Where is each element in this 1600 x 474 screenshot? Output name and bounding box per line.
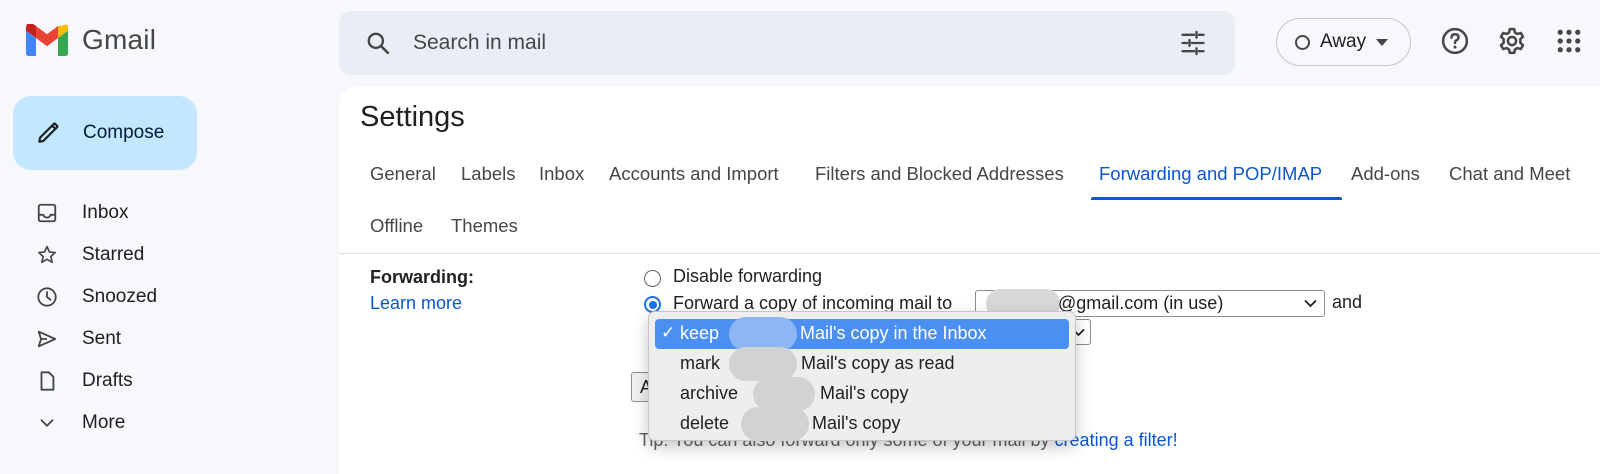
tab-inbox[interactable]: Inbox [539, 163, 584, 185]
tab-labels[interactable]: Labels [461, 163, 516, 185]
gmail-wordmark: Gmail [82, 24, 157, 55]
chevron-down-icon [40, 419, 54, 427]
check-icon: ✓ [661, 323, 676, 342]
gmail-logo[interactable]: Gmail [26, 24, 156, 56]
nav-label: Drafts [82, 370, 133, 391]
dropdown-option-keep[interactable]: ✓ keep Mail's copy in the Inbox [655, 317, 1069, 351]
nav-label: Snoozed [82, 286, 158, 307]
status-dropdown[interactable]: Away [1276, 18, 1411, 66]
redacted-text [741, 407, 809, 441]
gmail-m-icon [26, 24, 68, 56]
option-prefix: keep [680, 323, 720, 343]
status-indicator-icon [1295, 34, 1310, 50]
compose-label: Compose [83, 122, 165, 143]
help-icon[interactable] [1440, 26, 1470, 56]
draft-icon [40, 371, 55, 391]
nav-label: More [82, 412, 126, 433]
and-text: and [1332, 292, 1363, 312]
tab-forwarding-and-pop-imap[interactable]: Forwarding and POP/IMAP [1099, 163, 1322, 185]
nav-label: Inbox [82, 202, 129, 223]
nav-label: Starred [82, 244, 145, 265]
redacted-text [753, 377, 815, 411]
dropdown-option-mark[interactable]: mark Mail's copy as read [655, 347, 1069, 381]
option-suffix: Mail's copy as read [801, 353, 955, 373]
option-prefix: archive [680, 383, 739, 403]
tab-filters-and-blocked-addresses[interactable]: Filters and Blocked Addresses [815, 163, 1064, 185]
chevron-down-icon [1304, 299, 1317, 308]
nav-item-inbox[interactable]: Inbox [0, 192, 330, 234]
tune-icon[interactable] [1179, 29, 1207, 57]
status-label: Away [1320, 31, 1367, 52]
option-suffix: Mail's copy in the Inbox [800, 323, 987, 343]
tab-chat-and-meet[interactable]: Chat and Meet [1449, 163, 1570, 185]
redacted-text [729, 347, 797, 381]
nav-item-snoozed[interactable]: Snoozed [0, 276, 330, 318]
tab-accounts-and-import[interactable]: Accounts and Import [609, 163, 779, 185]
compose-button[interactable]: Compose [13, 96, 197, 170]
option-prefix: delete [680, 413, 730, 433]
disable-forwarding-radio[interactable] [644, 270, 661, 287]
tab-themes[interactable]: Themes [451, 215, 518, 237]
forward-address-value: @gmail.com (in use) [1058, 293, 1224, 313]
nav-item-sent[interactable]: Sent [0, 318, 330, 360]
forward-action-dropdown[interactable]: ✓ keep Mail's copy in the Inbox mark Mai… [648, 311, 1076, 441]
learn-more-link[interactable]: Learn more [370, 293, 462, 314]
forwarding-label: Forwarding: [370, 267, 474, 287]
dropdown-option-delete[interactable]: delete Mail's copy [655, 407, 1069, 441]
nav-item-drafts[interactable]: Drafts [0, 360, 330, 402]
send-icon [37, 330, 57, 348]
dropdown-option-archive[interactable]: archive Mail's copy [655, 377, 1069, 411]
inbox-icon [37, 203, 57, 223]
tabs-divider [339, 253, 1600, 254]
search-icon[interactable] [365, 30, 391, 56]
apps-grid-icon[interactable] [1554, 26, 1584, 56]
star-icon [37, 245, 57, 264]
redacted-text [729, 317, 797, 351]
pencil-icon [38, 122, 59, 143]
page-title: Settings [360, 101, 465, 133]
disable-forwarding-label: Disable forwarding [673, 266, 823, 286]
clock-icon [37, 287, 57, 307]
search-bar[interactable]: Search in mail [339, 11, 1235, 75]
active-tab-indicator [1091, 197, 1342, 200]
caret-down-icon [1376, 38, 1389, 46]
option-prefix: mark [680, 353, 720, 373]
option-suffix: Mail's copy [812, 413, 901, 433]
tab-general[interactable]: General [370, 163, 436, 185]
nav-label: Sent [82, 328, 122, 349]
tab-add-ons[interactable]: Add-ons [1351, 163, 1420, 185]
option-suffix: Mail's copy [820, 383, 909, 403]
tab-offline[interactable]: Offline [370, 215, 423, 237]
nav-item-starred[interactable]: Starred [0, 234, 330, 276]
gear-icon[interactable] [1497, 26, 1527, 56]
search-input[interactable]: Search in mail [413, 31, 546, 55]
nav-item-more[interactable]: More [0, 402, 330, 444]
